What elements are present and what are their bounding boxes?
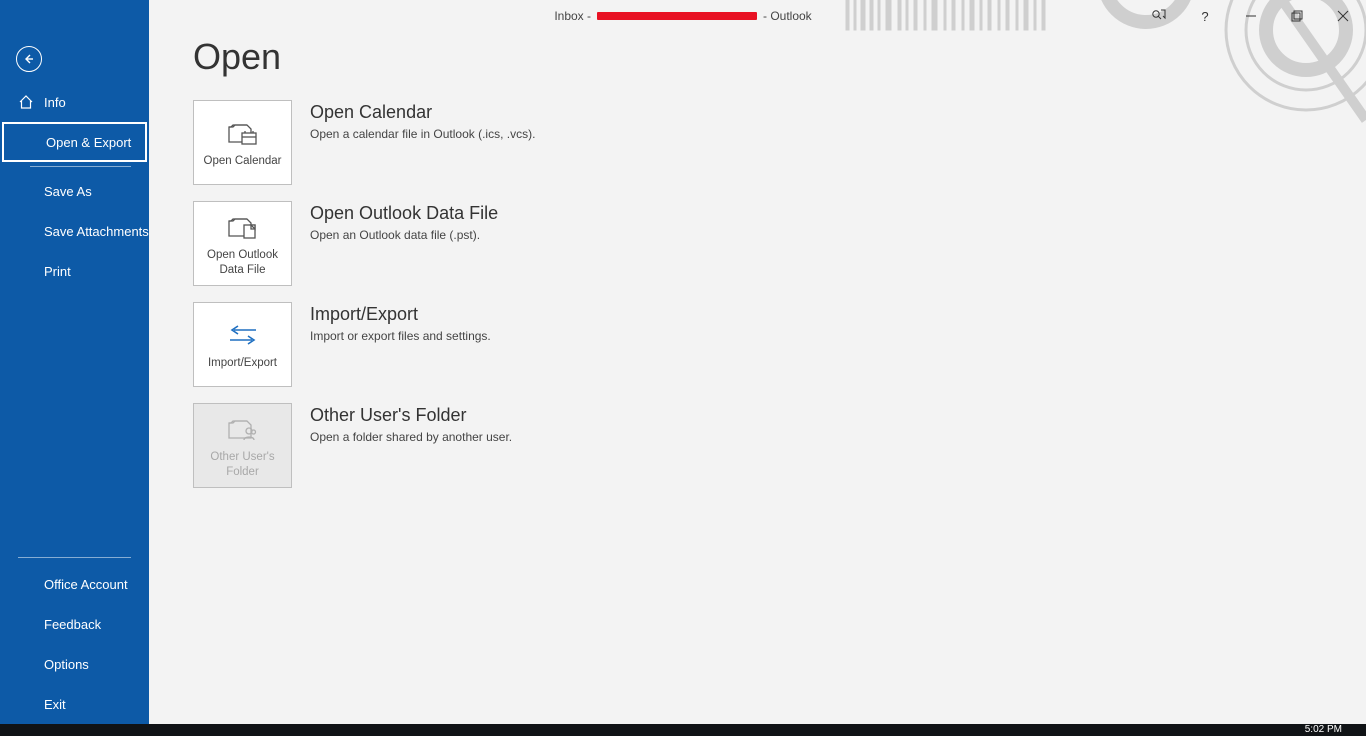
sidebar-item-exit[interactable]: Exit (0, 684, 149, 724)
sidebar-label-save-attachments: Save Attachments (44, 224, 149, 239)
sidebar-label-info: Info (44, 95, 66, 110)
sidebar-divider (30, 166, 131, 167)
option-open-calendar: Open Calendar Open Calendar Open a calen… (193, 100, 1366, 185)
help-icon[interactable]: ? (1182, 0, 1228, 32)
calendar-open-icon (227, 116, 259, 150)
option-desc: Open an Outlook data file (.pst). (310, 228, 498, 242)
back-button[interactable] (16, 46, 42, 72)
sidebar-item-print[interactable]: Print (0, 251, 149, 291)
sidebar-item-save-as[interactable]: Save As (0, 171, 149, 211)
sidebar-item-info[interactable]: Info (0, 82, 149, 122)
tile-label: Open Outlook Data File (196, 248, 289, 277)
tile-other-users-folder[interactable]: Other User's Folder (193, 403, 292, 488)
tile-open-data-file[interactable]: Open Outlook Data File (193, 201, 292, 286)
taskbar-time: 5:02 PM (1305, 724, 1342, 735)
sidebar-label-exit: Exit (44, 697, 66, 712)
tile-label: Open Calendar (204, 154, 282, 168)
sidebar-item-save-attachments[interactable]: Save Attachments (0, 211, 149, 251)
sidebar-label-options: Options (44, 657, 89, 672)
backstage-sidebar: Info Open & Export Save As Save Attachme… (0, 0, 149, 724)
data-file-icon (227, 210, 259, 244)
sidebar-bottom-divider (18, 557, 131, 558)
page-title: Open (193, 36, 1366, 78)
sidebar-label-feedback: Feedback (44, 617, 101, 632)
sidebar-label-print: Print (44, 264, 71, 279)
sidebar-item-feedback[interactable]: Feedback (0, 604, 149, 644)
sidebar-item-office-account[interactable]: Office Account (0, 564, 149, 604)
main-panel: Open Open Calendar Open Calendar Open a … (149, 0, 1366, 724)
tile-open-calendar[interactable]: Open Calendar (193, 100, 292, 185)
option-open-data-file: Open Outlook Data File Open Outlook Data… (193, 201, 1366, 286)
option-title: Open Calendar (310, 102, 535, 123)
option-title: Import/Export (310, 304, 491, 325)
tile-label: Other User's Folder (196, 450, 289, 479)
option-desc: Open a folder shared by another user. (310, 430, 512, 444)
close-button[interactable] (1320, 0, 1366, 32)
sidebar-item-options[interactable]: Options (0, 644, 149, 684)
titlebar: Inbox - - Outlook ? (0, 0, 1366, 32)
redacted-email (597, 12, 757, 20)
sidebar-label-office-account: Office Account (44, 577, 128, 592)
sidebar-item-open-export[interactable]: Open & Export (2, 122, 147, 162)
import-export-icon (226, 318, 260, 352)
option-desc: Import or export files and settings. (310, 329, 491, 343)
title-prefix: Inbox - (554, 9, 591, 23)
sidebar-label-open-export: Open & Export (46, 135, 131, 150)
coming-soon-icon[interactable] (1136, 0, 1182, 32)
tile-label: Import/Export (208, 356, 277, 370)
option-import-export: Import/Export Import/Export Import or ex… (193, 302, 1366, 387)
shared-folder-icon (227, 412, 259, 446)
maximize-button[interactable] (1274, 0, 1320, 32)
title-suffix: - Outlook (763, 9, 812, 23)
tile-import-export[interactable]: Import/Export (193, 302, 292, 387)
option-desc: Open a calendar file in Outlook (.ics, .… (310, 127, 535, 141)
option-title: Other User's Folder (310, 405, 512, 426)
option-title: Open Outlook Data File (310, 203, 498, 224)
option-other-users-folder: Other User's Folder Other User's Folder … (193, 403, 1366, 488)
sidebar-label-save-as: Save As (44, 184, 92, 199)
minimize-button[interactable] (1228, 0, 1274, 32)
taskbar: 5:02 PM (0, 724, 1366, 736)
home-icon (18, 95, 34, 109)
